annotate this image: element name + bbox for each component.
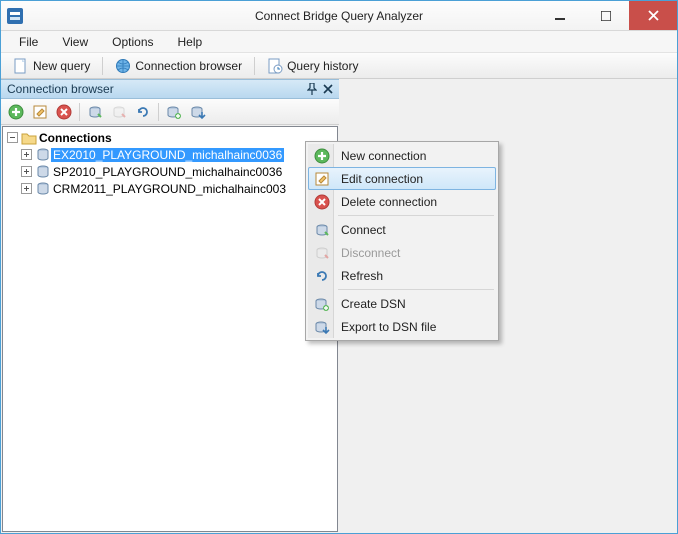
menu-help[interactable]: Help — [168, 33, 213, 51]
menu-item-label: Refresh — [341, 269, 383, 283]
expand-icon[interactable] — [21, 149, 32, 160]
app-window: Connect Bridge Query Analyzer File View … — [0, 0, 678, 534]
tree-item[interactable]: SP2010_PLAYGROUND_michalhainc0036 — [3, 163, 337, 180]
database-icon — [35, 182, 51, 196]
titlebar: Connect Bridge Query Analyzer — [1, 1, 677, 31]
database-icon — [35, 148, 51, 162]
query-history-button[interactable]: Query history — [261, 56, 364, 76]
tree-root[interactable]: Connections — [3, 129, 337, 146]
window-buttons — [537, 1, 677, 30]
history-icon — [267, 58, 283, 74]
connection-browser-button[interactable]: Connection browser — [109, 56, 248, 76]
menu-file[interactable]: File — [9, 33, 48, 51]
edit-icon — [313, 170, 331, 188]
connect-icon[interactable] — [84, 102, 106, 122]
tree-item-label: EX2010_PLAYGROUND_michalhainc0036 — [51, 148, 284, 162]
plus-icon — [313, 147, 331, 165]
connect-icon — [313, 221, 331, 239]
menu-options[interactable]: Options — [102, 33, 163, 51]
connection-browser-panel: Connection browser — [1, 79, 339, 533]
menu-item: Disconnect — [308, 241, 496, 264]
pin-icon[interactable] — [307, 83, 317, 95]
panel-toolbar — [1, 99, 339, 125]
minimize-button[interactable] — [537, 1, 583, 30]
expand-icon[interactable] — [21, 183, 32, 194]
content-area: Connection browser — [1, 79, 677, 533]
export-dsn-icon[interactable] — [187, 102, 209, 122]
export-icon — [313, 318, 331, 336]
disconnect-icon[interactable] — [108, 102, 130, 122]
create-dsn-icon[interactable] — [163, 102, 185, 122]
menu-item-label: Delete connection — [341, 195, 437, 209]
menu-item[interactable]: Delete connection — [308, 190, 496, 213]
close-button[interactable] — [629, 1, 677, 30]
menu-separator — [338, 215, 494, 216]
panel-title-text: Connection browser — [7, 82, 114, 96]
toolbar-separator — [102, 57, 103, 75]
menu-item[interactable]: Edit connection — [308, 167, 496, 190]
toolbar-separator — [158, 103, 159, 121]
refresh-icon[interactable] — [132, 102, 154, 122]
menu-item[interactable]: Connect — [308, 218, 496, 241]
tree-root-label: Connections — [37, 131, 114, 145]
menubar: File View Options Help — [1, 31, 677, 53]
menu-view[interactable]: View — [52, 33, 98, 51]
globe-icon — [115, 58, 131, 74]
folder-icon — [21, 131, 37, 145]
menu-item[interactable]: Export to DSN file — [308, 315, 496, 338]
toolbar-separator — [254, 57, 255, 75]
menu-item-label: Edit connection — [341, 172, 423, 186]
toolbar-separator — [79, 103, 80, 121]
new-query-label: New query — [33, 59, 90, 73]
collapse-icon[interactable] — [7, 132, 18, 143]
panel-close-icon[interactable] — [323, 84, 333, 94]
document-icon — [13, 58, 29, 74]
menu-item[interactable]: Create DSN — [308, 292, 496, 315]
edit-connection-icon[interactable] — [29, 102, 51, 122]
expand-icon[interactable] — [21, 166, 32, 177]
query-history-label: Query history — [287, 59, 358, 73]
maximize-button[interactable] — [583, 1, 629, 30]
delete-icon — [313, 193, 331, 211]
app-icon — [7, 8, 23, 24]
tree-item[interactable]: EX2010_PLAYGROUND_michalhainc0036 — [3, 146, 337, 163]
connection-browser-label: Connection browser — [135, 59, 242, 73]
disconn-icon — [313, 244, 331, 262]
database-icon — [35, 165, 51, 179]
menu-item[interactable]: New connection — [308, 144, 496, 167]
menu-item-label: Disconnect — [341, 246, 400, 260]
connection-tree[interactable]: Connections EX2010_PLAYGROUND_michalhain… — [2, 126, 338, 532]
menu-item-label: Create DSN — [341, 297, 406, 311]
menu-item-label: Export to DSN file — [341, 320, 436, 334]
menu-item-label: Connect — [341, 223, 386, 237]
delete-connection-icon[interactable] — [53, 102, 75, 122]
tree-item-label: SP2010_PLAYGROUND_michalhainc0036 — [51, 165, 284, 179]
main-toolbar: New query Connection browser Query histo… — [1, 53, 677, 79]
dsn-icon — [313, 295, 331, 313]
refresh-icon — [313, 267, 331, 285]
context-menu: New connection Edit connection Delete conn… — [305, 141, 499, 341]
new-connection-icon[interactable] — [5, 102, 27, 122]
new-query-button[interactable]: New query — [7, 56, 96, 76]
tree-item[interactable]: CRM2011_PLAYGROUND_michalhainc003 — [3, 180, 337, 197]
tree-item-label: CRM2011_PLAYGROUND_michalhainc003 — [51, 182, 288, 196]
menu-separator — [338, 289, 494, 290]
panel-titlebar: Connection browser — [1, 79, 339, 99]
menu-item[interactable]: Refresh — [308, 264, 496, 287]
menu-item-label: New connection — [341, 149, 426, 163]
